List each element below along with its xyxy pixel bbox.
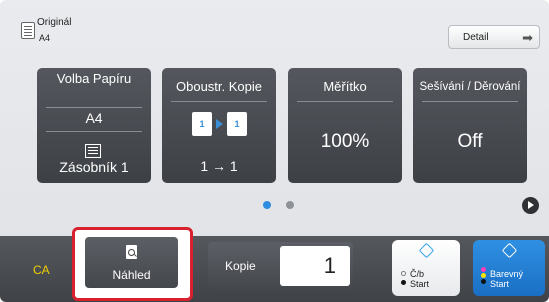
paper-select-tile[interactable]: Volba Papíru A4 Zásobník 1 xyxy=(37,68,151,183)
detail-arrow-icon: ➡ xyxy=(522,30,533,45)
tile-divider xyxy=(171,101,267,102)
copies-control: Kopie 1 xyxy=(208,242,353,290)
original-size: A4 xyxy=(39,33,51,43)
duplex-page-left: 1 xyxy=(192,112,212,136)
clear-all-button[interactable]: CA xyxy=(33,263,50,277)
duplex-copy-title: Oboustr. Kopie xyxy=(176,79,262,94)
preview-magnifier-icon xyxy=(126,245,137,259)
color-label-line1: Barevný xyxy=(490,269,524,279)
detail-button[interactable]: Detail ➡ xyxy=(448,25,540,49)
original-label: Originál xyxy=(37,17,72,28)
duplex-mode-value: 1 → 1 xyxy=(200,158,238,174)
original-document-icon xyxy=(21,22,35,39)
tile-divider xyxy=(297,101,393,102)
paper-select-title: Volba Papíru xyxy=(56,71,132,86)
duplex-copy-tile[interactable]: Oboustr. Kopie 1 1 1 → 1 xyxy=(162,68,276,183)
page-indicator-active[interactable] xyxy=(263,201,271,209)
tile-divider xyxy=(422,101,518,102)
scale-value: 100% xyxy=(320,131,370,152)
color-indicator-icon xyxy=(481,267,486,272)
staple-punch-value: Off xyxy=(457,131,483,152)
bw-start-button[interactable]: Č/b Start xyxy=(392,240,460,296)
start-diamond-icon xyxy=(418,242,435,259)
bw-start-label: Č/b Start xyxy=(410,269,429,289)
preview-button-label: Náhled xyxy=(112,268,151,282)
color-start-label: Barevný Start xyxy=(490,269,523,289)
color-label-line2: Start xyxy=(490,279,510,289)
page-indicator[interactable] xyxy=(286,201,294,209)
tile-divider xyxy=(46,107,142,108)
preview-button[interactable]: Náhled xyxy=(85,237,178,288)
copies-label: Kopie xyxy=(225,259,256,273)
staple-punch-tile[interactable]: Sešívání / Děrování Off xyxy=(413,68,527,183)
detail-button-label: Detail xyxy=(463,32,489,43)
duplex-page-right: 1 xyxy=(227,112,247,136)
bw-label-line2: Start xyxy=(410,279,430,289)
copies-input[interactable]: 1 xyxy=(280,246,350,286)
color-indicator-icon xyxy=(481,279,486,284)
start-diamond-icon xyxy=(501,242,518,259)
color-indicator-icon xyxy=(481,273,486,278)
tile-divider xyxy=(46,131,142,132)
staple-punch-title: Sešívání / Děrování xyxy=(419,81,521,93)
bw-indicator-icon xyxy=(401,271,406,276)
bw-indicator-icon xyxy=(401,280,406,285)
next-page-icon[interactable] xyxy=(522,197,539,214)
paper-size-value: A4 xyxy=(85,110,103,126)
paper-tray-value: Zásobník 1 xyxy=(59,159,129,175)
scale-tile[interactable]: Měřítko 100% xyxy=(288,68,402,183)
paper-tray-icon xyxy=(85,144,101,158)
copy-screen: Originál A4 Detail ➡ Volba Papíru A4 Zás… xyxy=(0,0,549,302)
scale-title: Měřítko xyxy=(323,79,367,94)
duplex-arrow-icon xyxy=(216,119,223,129)
preview-highlight-frame: Náhled xyxy=(72,227,193,301)
bw-label-line1: Č/b xyxy=(410,269,425,279)
duplex-pages-icon: 1 1 xyxy=(192,112,248,136)
color-start-button[interactable]: Barevný Start xyxy=(473,240,545,296)
